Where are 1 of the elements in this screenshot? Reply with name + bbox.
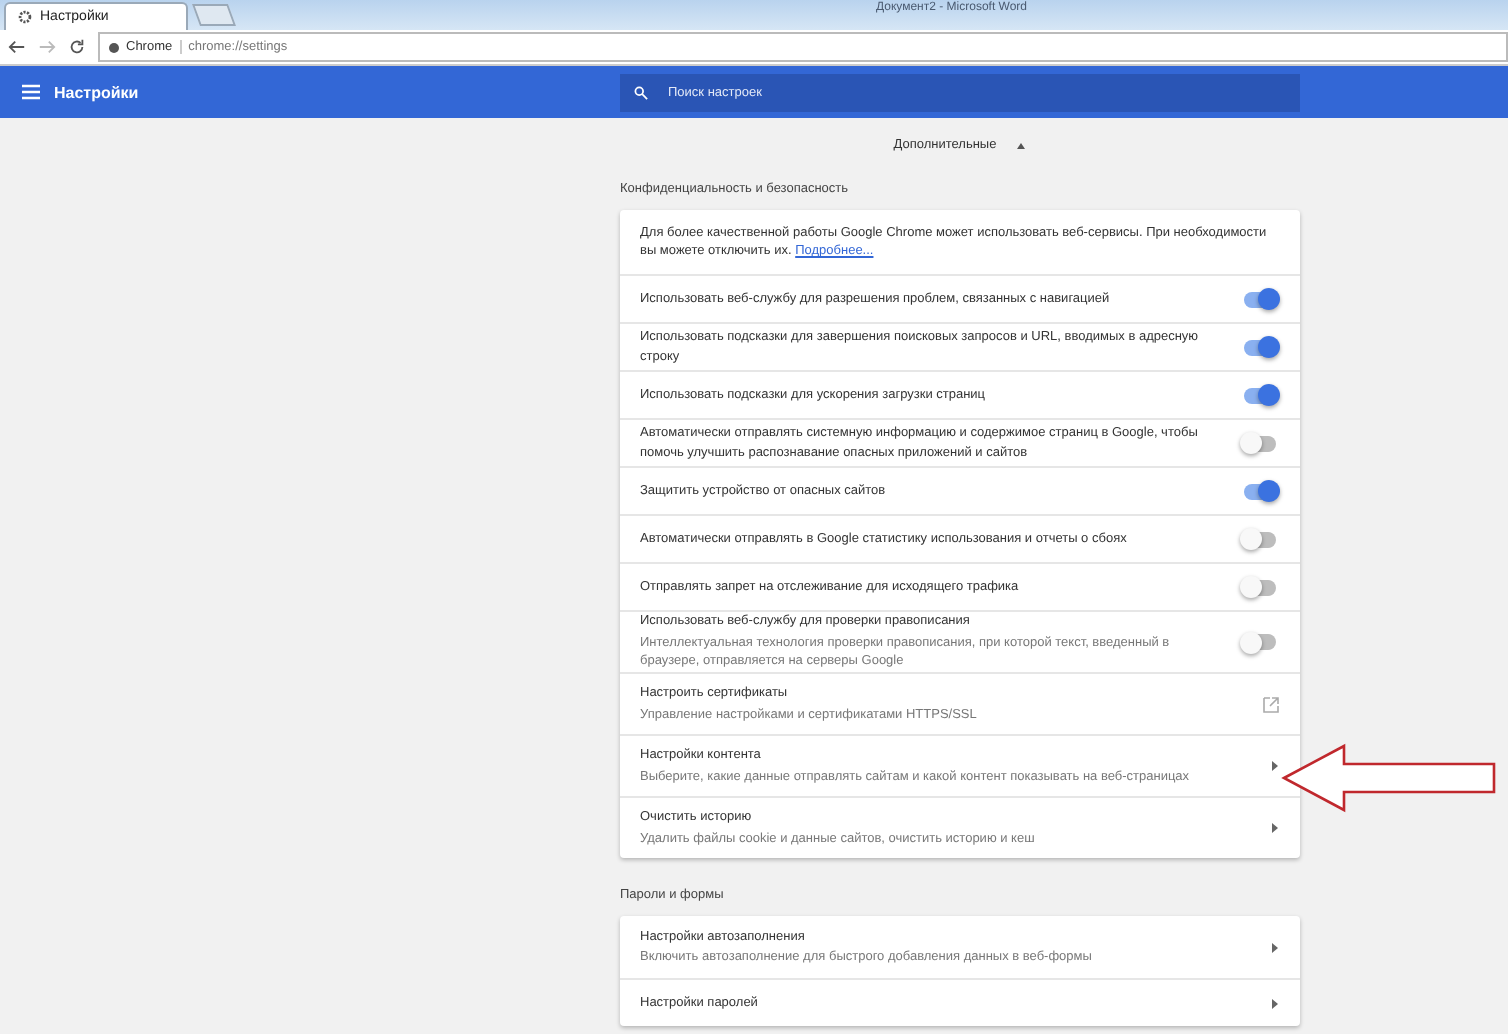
page-title: Настройки <box>54 83 141 101</box>
